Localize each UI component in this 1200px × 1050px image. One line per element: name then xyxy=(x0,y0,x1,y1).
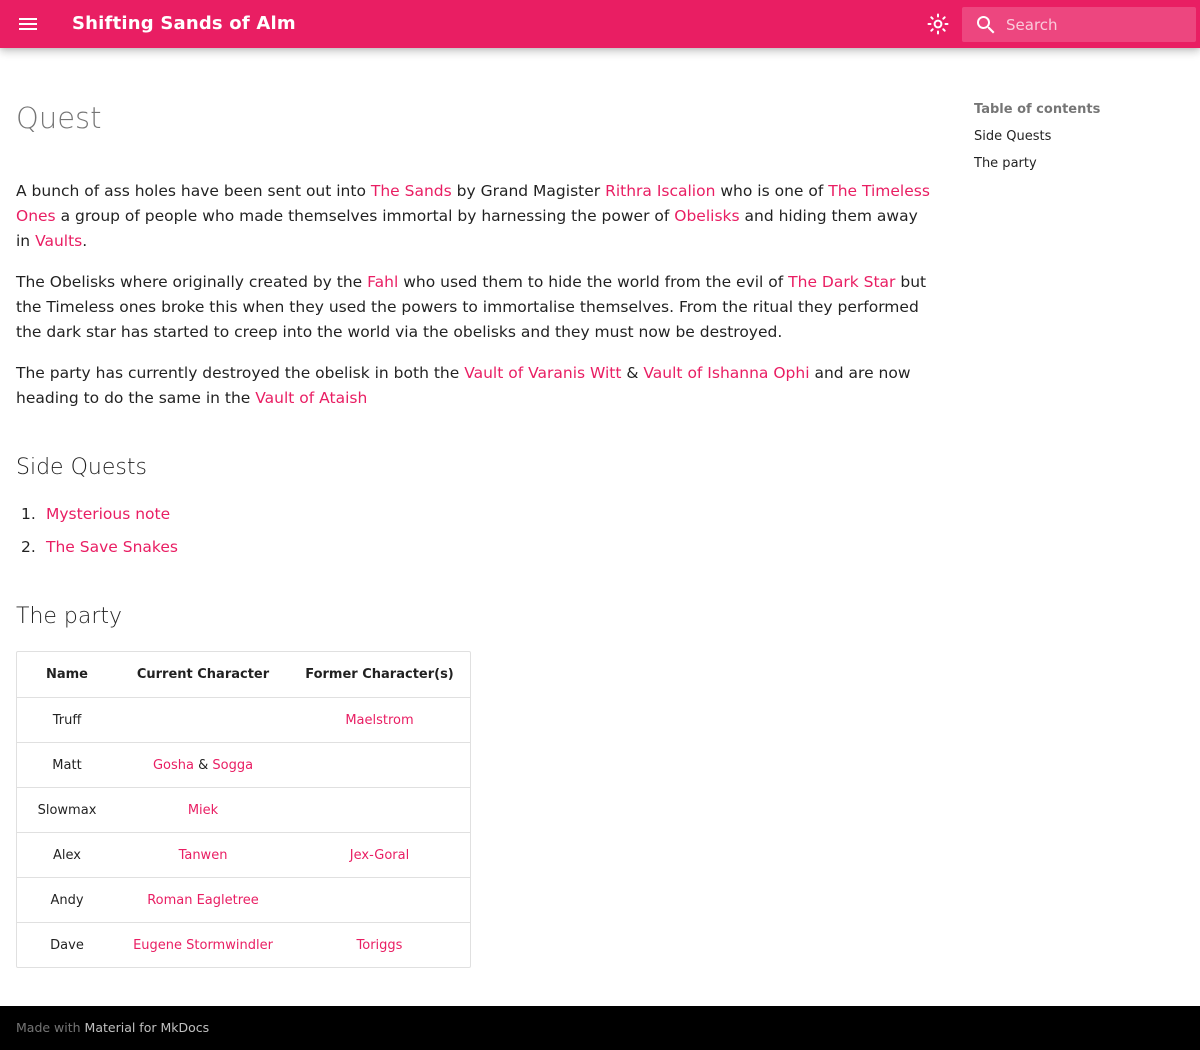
brightness-icon[interactable] xyxy=(926,12,950,36)
menu-icon[interactable] xyxy=(16,12,40,36)
list-number: 2. xyxy=(21,538,36,556)
cell-former xyxy=(289,742,470,787)
progress-paragraph: The party has currently destroyed the ob… xyxy=(16,361,932,411)
text-span: The party has currently destroyed the ob… xyxy=(16,364,465,382)
side-quests-list: 1. Mysterious note 2. The Save Snakes xyxy=(16,502,178,568)
link-the-sands[interactable]: The Sands xyxy=(371,182,452,200)
toc-item-side-quests[interactable]: Side Quests xyxy=(974,127,1184,147)
link-current-character[interactable]: Gosha xyxy=(153,758,194,773)
cell-current: Roman Eagletree xyxy=(117,877,289,922)
table-row: Slowmax Miek xyxy=(17,787,470,832)
cell-current: Tanwen xyxy=(117,832,289,877)
party-heading: The party xyxy=(16,604,123,629)
toc-item-the-party[interactable]: The party xyxy=(974,154,1184,174)
cell-former xyxy=(289,877,470,922)
table-row: Matt Gosha & Sogga xyxy=(17,742,470,787)
cell-former xyxy=(289,787,470,832)
link-vaults[interactable]: Vaults xyxy=(35,232,82,250)
column-header-name[interactable]: Name xyxy=(17,652,117,697)
link-former-character[interactable]: Toriggs xyxy=(357,938,403,953)
obelisk-paragraph: The Obelisks where originally created by… xyxy=(16,270,932,345)
search-input[interactable] xyxy=(1006,7,1192,42)
link-obelisks[interactable]: Obelisks xyxy=(674,207,739,225)
text-span: by Grand Magister xyxy=(451,182,606,200)
table-row: Dave Eugene Stormwindler Toriggs xyxy=(17,922,470,967)
cell-former: Toriggs xyxy=(289,922,470,967)
ampersand: & xyxy=(193,757,213,773)
text-span: A bunch of ass holes have been sent out … xyxy=(16,182,371,200)
table-row: Andy Roman Eagletree xyxy=(17,877,470,922)
cell-name: Alex xyxy=(17,832,117,877)
footer: Made with Material for MkDocs xyxy=(0,1006,1200,1050)
text-span: The Obelisks where originally created by… xyxy=(16,273,368,291)
link-vault-varanis-witt[interactable]: Vault of Varanis Witt xyxy=(464,364,621,382)
link-former-character[interactable]: Maelstrom xyxy=(345,713,413,728)
cell-current: Miek xyxy=(117,787,289,832)
cell-name: Slowmax xyxy=(17,787,117,832)
link-current-character[interactable]: Tanwen xyxy=(179,848,228,863)
column-header-current[interactable]: Current Character xyxy=(117,652,289,697)
cell-former: Maelstrom xyxy=(289,697,470,742)
toc-title: Table of contents xyxy=(974,102,1101,117)
text-span: a group of people who made themselves im… xyxy=(55,207,675,225)
link-mysterious-note[interactable]: Mysterious note xyxy=(46,505,170,523)
link-current-character[interactable]: Sogga xyxy=(212,758,253,773)
table-of-contents: Table of contents Side Quests The party xyxy=(974,100,1184,174)
column-header-former[interactable]: Former Character(s) xyxy=(289,652,470,697)
cell-current: Gosha & Sogga xyxy=(117,742,289,787)
link-current-character[interactable]: Roman Eagletree xyxy=(147,893,259,908)
cell-name: Andy xyxy=(17,877,117,922)
search-box[interactable] xyxy=(962,7,1196,42)
link-vault-ishanna-ophi[interactable]: Vault of Ishanna Ophi xyxy=(643,364,809,382)
footer-text: Made with Material for MkDocs xyxy=(16,1020,209,1035)
list-number: 1. xyxy=(21,505,36,523)
list-item: 1. Mysterious note xyxy=(16,502,178,535)
page-title: Quest xyxy=(16,101,102,135)
cell-former: Jex-Goral xyxy=(289,832,470,877)
text-span: who is one of xyxy=(715,182,829,200)
link-dark-star[interactable]: The Dark Star xyxy=(788,273,895,291)
text-span: who used them to hide the world from the… xyxy=(398,273,789,291)
link-current-character[interactable]: Miek xyxy=(188,803,218,818)
link-rithra-iscalion[interactable]: Rithra Iscalion xyxy=(605,182,715,200)
link-fahl[interactable]: Fahl xyxy=(367,273,398,291)
search-icon xyxy=(974,13,998,37)
party-table: Name Current Character Former Character(… xyxy=(16,651,471,968)
link-save-snakes[interactable]: The Save Snakes xyxy=(46,538,178,556)
cell-name: Truff xyxy=(17,697,117,742)
table-row: Truff Maelstrom xyxy=(17,697,470,742)
app-header: Shifting Sands of Alm xyxy=(0,0,1200,48)
link-current-character[interactable]: Eugene Stormwindler xyxy=(133,938,273,953)
table-row: Alex Tanwen Jex-Goral xyxy=(17,832,470,877)
table-header-row: Name Current Character Former Character(… xyxy=(17,652,470,697)
cell-current xyxy=(117,697,289,742)
link-vault-ataish[interactable]: Vault of Ataish xyxy=(255,389,367,407)
site-title[interactable]: Shifting Sands of Alm xyxy=(72,12,296,36)
side-quests-heading: Side Quests xyxy=(16,455,147,480)
cell-name: Matt xyxy=(17,742,117,787)
link-former-character[interactable]: Jex-Goral xyxy=(350,848,409,863)
cell-name: Dave xyxy=(17,922,117,967)
cell-current: Eugene Stormwindler xyxy=(117,922,289,967)
made-with-label: Made with xyxy=(16,1020,85,1035)
intro-paragraph: A bunch of ass holes have been sent out … xyxy=(16,179,932,254)
list-item: 2. The Save Snakes xyxy=(16,535,178,568)
footer-link-material[interactable]: Material for MkDocs xyxy=(85,1020,210,1035)
text-span: & xyxy=(621,364,644,382)
text-span: . xyxy=(82,232,88,250)
